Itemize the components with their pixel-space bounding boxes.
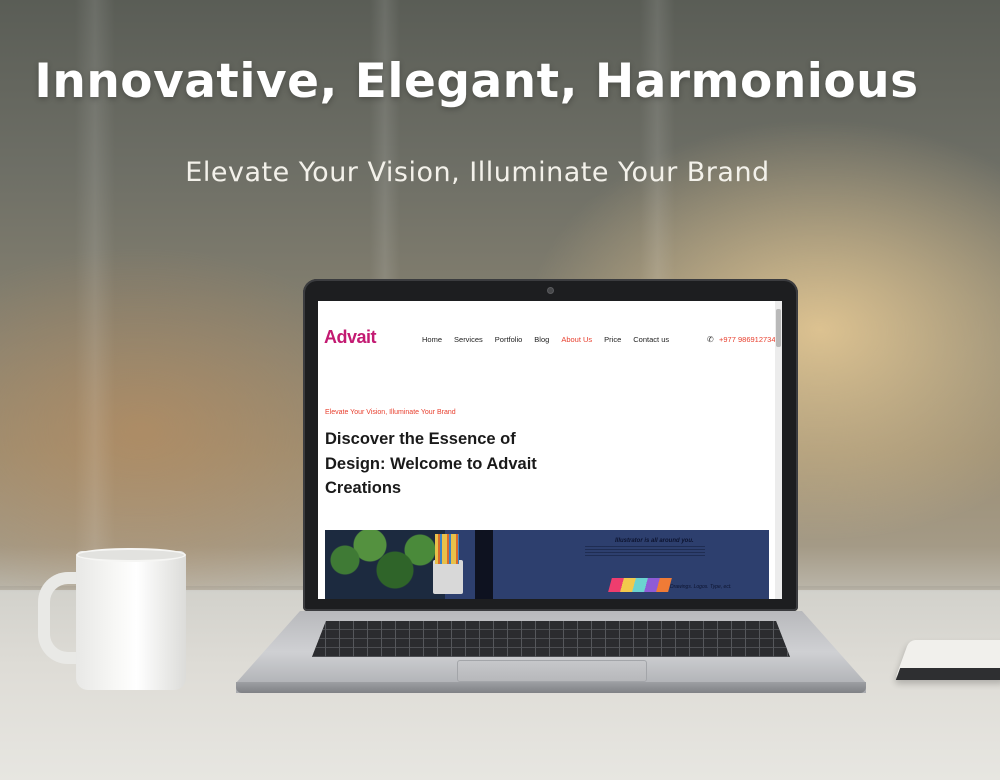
laptop-trackpad bbox=[457, 660, 647, 682]
nav-item-about-us[interactable]: About Us bbox=[561, 335, 592, 344]
hero-tagline: Elevate Your Vision, Illuminate Your Bra… bbox=[325, 409, 456, 416]
laptop-keyboard-rows bbox=[312, 621, 790, 657]
banner-title: Illustrator is all around you. bbox=[615, 538, 694, 544]
page-scrollbar[interactable] bbox=[775, 301, 782, 599]
banner-body-text bbox=[585, 546, 705, 558]
pencils bbox=[435, 534, 459, 564]
laptop-screen: Advait Home Services Portfolio Blog Abou… bbox=[318, 301, 782, 599]
phone-icon: ✆ bbox=[707, 335, 714, 344]
laptop-base-front bbox=[236, 682, 866, 693]
scrollbar-thumb[interactable] bbox=[776, 309, 781, 347]
hero-title: Discover the Essence of Design: Welcome … bbox=[325, 430, 537, 497]
pencil-cup bbox=[433, 560, 463, 594]
site-nav: Home Services Portfolio Blog About Us Pr… bbox=[422, 335, 681, 344]
promo-headline: Innovative, Elegant, Harmonious bbox=[34, 54, 919, 109]
nav-item-contact-us[interactable]: Contact us bbox=[633, 335, 669, 344]
banner-subtitle: Drawings. Logos. Type, ect. bbox=[670, 584, 732, 590]
webcam-icon bbox=[547, 287, 554, 294]
coffee-mug bbox=[76, 551, 186, 690]
nav-item-portfolio[interactable]: Portfolio bbox=[495, 335, 523, 344]
banner-color-cards bbox=[608, 578, 672, 592]
hero-banner-image: Illustrator is all around you. Drawings.… bbox=[325, 530, 769, 599]
notebook-spine bbox=[895, 668, 1000, 680]
nav-item-blog[interactable]: Blog bbox=[534, 335, 549, 344]
device-edge bbox=[475, 530, 493, 599]
nav-item-services[interactable]: Services bbox=[454, 335, 483, 344]
nav-item-home[interactable]: Home bbox=[422, 335, 442, 344]
promo-subheadline: Elevate Your Vision, Illuminate Your Bra… bbox=[185, 157, 770, 188]
laptop-lid: Advait Home Services Portfolio Blog Abou… bbox=[303, 279, 798, 611]
site-logo[interactable]: Advait bbox=[324, 327, 377, 348]
nav-item-price[interactable]: Price bbox=[604, 335, 621, 344]
phone-number-link[interactable]: +977 9869127349 bbox=[719, 335, 780, 344]
mug-rim bbox=[76, 548, 186, 562]
plant-image bbox=[325, 530, 445, 599]
